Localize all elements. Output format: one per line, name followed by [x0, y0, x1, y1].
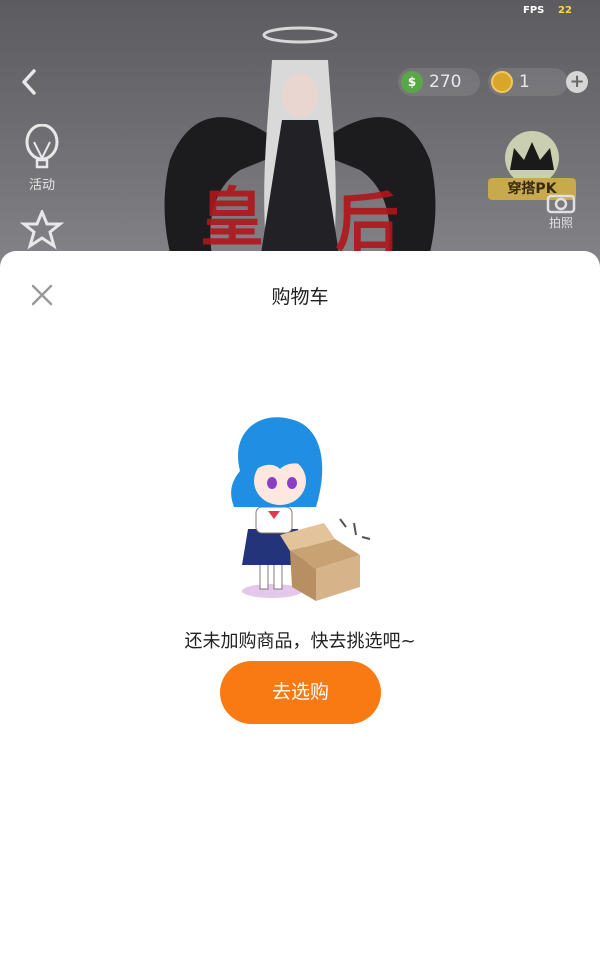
side-item-activity[interactable]: 活动 [20, 124, 64, 193]
s-coin-icon: $ [401, 71, 423, 93]
empty-cart-message: 还未加购商品，快去挑选吧~ [184, 631, 416, 652]
currency-amount: 270 [429, 72, 462, 92]
plus-icon: + [569, 71, 585, 92]
camera-icon [546, 194, 576, 214]
go-shopping-button[interactable]: 去选购 [220, 661, 381, 724]
sheet-title: 购物车 [271, 286, 329, 308]
currency-silver[interactable]: $ 270 [398, 68, 480, 96]
side-item-label: 活动 [28, 178, 55, 193]
gold-coin-icon [491, 71, 513, 93]
side-item-rank[interactable] [20, 210, 64, 250]
photo-button[interactable]: 拍照 [546, 190, 576, 231]
svg-text:皇: 皇 [200, 181, 264, 256]
empty-cart-illustration [231, 417, 371, 601]
cart-sheet: 购物车 还未加购商品，快去挑选吧~ 去选购 [0, 251, 600, 960]
fps-label: FPS [523, 5, 545, 16]
chevron-left-icon [22, 69, 36, 95]
add-currency-button[interactable]: + [566, 71, 588, 93]
currency-gold[interactable]: 1 [488, 68, 568, 96]
photo-label: 拍照 [548, 216, 573, 230]
currency-amount: 1 [519, 72, 530, 92]
hot-air-balloon-icon [25, 124, 59, 169]
svg-text:后: 后 [335, 186, 399, 261]
star-badge-icon [20, 210, 64, 250]
back-button[interactable] [14, 66, 46, 98]
fps-value: 22 [558, 5, 572, 16]
